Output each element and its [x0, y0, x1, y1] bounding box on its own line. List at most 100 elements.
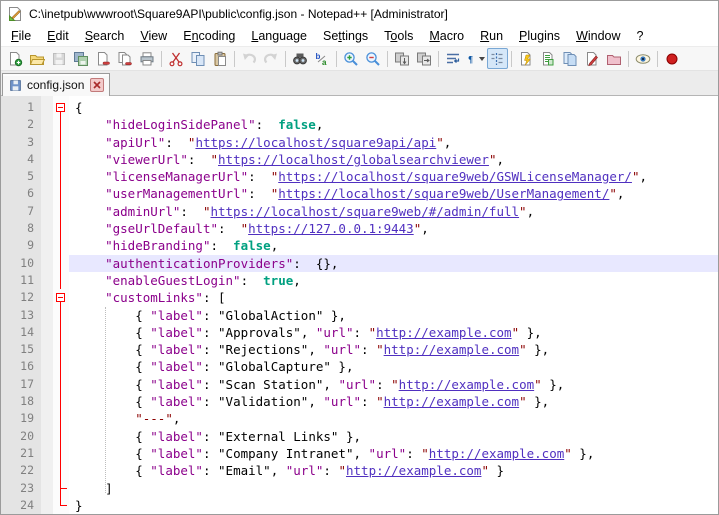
close-file-button[interactable]: [93, 48, 114, 69]
bookmark-cell: [41, 116, 53, 133]
zoom-out-button[interactable]: [363, 48, 384, 69]
edit-macro-icon: [584, 51, 600, 67]
code-text[interactable]: {: [69, 99, 718, 116]
bookmark-cell: [41, 341, 53, 358]
paste-button[interactable]: [210, 48, 231, 69]
bookmark-cell: [41, 134, 53, 151]
code-text[interactable]: { "label": "External Links" },: [69, 428, 718, 445]
svg-text:a: a: [322, 58, 327, 67]
code-text[interactable]: { "label": "Scan Station", "url": "http:…: [69, 376, 718, 393]
code-text[interactable]: "hideLoginSidePanel": false,: [69, 116, 718, 133]
menu-item-macro[interactable]: Macro: [421, 27, 472, 45]
document-map-button[interactable]: [538, 48, 559, 69]
code-text[interactable]: { "label": "Company Intranet", "url": "h…: [69, 445, 718, 462]
bookmark-cell: [41, 237, 53, 254]
code-text[interactable]: "viewerUrl": "https://localhost/globalse…: [69, 151, 718, 168]
code-text[interactable]: "authenticationProviders": {},: [69, 255, 718, 272]
replace-button[interactable]: ba: [312, 48, 333, 69]
line-number: 2: [1, 116, 41, 133]
close-all-button[interactable]: [115, 48, 136, 69]
bookmark-cell: [41, 289, 53, 306]
bookmark-cell: [41, 358, 53, 375]
close-all-icon: [117, 51, 133, 67]
code-text[interactable]: "enableGuestLogin": true,: [69, 272, 718, 289]
print-icon: [139, 51, 155, 67]
run-script-button[interactable]: [516, 48, 537, 69]
menu-item-run[interactable]: Run: [472, 27, 511, 45]
show-indent-guide-button[interactable]: [487, 48, 508, 69]
find-button[interactable]: [290, 48, 311, 69]
edit-macro-button[interactable]: [582, 48, 603, 69]
folder-as-workspace-button[interactable]: [604, 48, 625, 69]
record-macro-icon: [664, 51, 680, 67]
fold-toggle-icon[interactable]: [53, 99, 69, 116]
menu-item-file[interactable]: File: [3, 27, 39, 45]
tab-config-json[interactable]: config.json: [2, 73, 110, 96]
code-text[interactable]: { "label": "GlobalCapture" },: [69, 358, 718, 375]
show-all-characters-button[interactable]: ¶: [465, 48, 486, 69]
code-text[interactable]: "userManagementUrl": "https://localhost/…: [69, 185, 718, 202]
find-icon: [292, 51, 308, 67]
menu-item-window[interactable]: Window: [568, 27, 628, 45]
editor[interactable]: 1{2 "hideLoginSidePanel": false,3 "apiUr…: [1, 96, 718, 515]
fold-connector: [53, 376, 69, 393]
bookmark-cell: [41, 324, 53, 341]
fold-toggle-icon[interactable]: [53, 289, 69, 306]
menu-item-language[interactable]: Language: [243, 27, 315, 45]
line-number: 4: [1, 151, 41, 168]
save-all-button[interactable]: [71, 48, 92, 69]
code-text[interactable]: { "label": "Approvals", "url": "http://e…: [69, 324, 718, 341]
sync-vertical-scroll-button[interactable]: [392, 48, 413, 69]
new-file-button[interactable]: [5, 48, 26, 69]
editor-line-8: 8 "gseUrlDefault": "https://127.0.0.1:94…: [1, 220, 718, 237]
record-macro-button[interactable]: [662, 48, 683, 69]
word-wrap-button[interactable]: [443, 48, 464, 69]
menu-item-settings[interactable]: Settings: [315, 27, 376, 45]
save-button[interactable]: [49, 48, 70, 69]
code-text[interactable]: "---",: [69, 410, 718, 427]
sync-vertical-scroll-icon: [394, 51, 410, 67]
fold-connector: [53, 410, 69, 427]
show-all-characters-caret-icon[interactable]: [479, 57, 485, 61]
file-monitoring-button[interactable]: [633, 48, 654, 69]
editor-line-13: 13 { "label": "GlobalAction" },: [1, 307, 718, 324]
undo-button[interactable]: [239, 48, 260, 69]
menu-item-help[interactable]: ?: [629, 27, 652, 45]
saved-icon: [9, 79, 22, 92]
open-file-button[interactable]: [27, 48, 48, 69]
code-text[interactable]: { "label": "Email", "url": "http://examp…: [69, 462, 718, 479]
editor-line-3: 3 "apiUrl": "https://localhost/square9ap…: [1, 134, 718, 151]
menu-item-edit[interactable]: Edit: [39, 27, 77, 45]
fold-connector: [53, 324, 69, 341]
bookmark-cell: [41, 445, 53, 462]
code-text[interactable]: { "label": "Rejections", "url": "http://…: [69, 341, 718, 358]
code-text[interactable]: "gseUrlDefault": "https://127.0.0.1:9443…: [69, 220, 718, 237]
clone-document-button[interactable]: [560, 48, 581, 69]
code-text[interactable]: ]: [69, 480, 718, 497]
menu-item-plugins[interactable]: Plugins: [511, 27, 568, 45]
print-button[interactable]: [137, 48, 158, 69]
zoom-in-button[interactable]: [341, 48, 362, 69]
cut-button[interactable]: [166, 48, 187, 69]
editor-line-9: 9 "hideBranding": false,: [1, 237, 718, 254]
line-number: 16: [1, 358, 41, 375]
code-text[interactable]: "adminUrl": "https://localhost/square9we…: [69, 203, 718, 220]
code-text[interactable]: { "label": "GlobalAction" },: [69, 307, 718, 324]
code-text[interactable]: "customLinks": [: [69, 289, 718, 306]
bookmark-cell: [41, 255, 53, 272]
menu-item-tools[interactable]: Tools: [376, 27, 421, 45]
menu-item-search[interactable]: Search: [77, 27, 133, 45]
copy-button[interactable]: [188, 48, 209, 69]
code-text[interactable]: }: [69, 497, 718, 514]
code-text[interactable]: { "label": "Validation", "url": "http://…: [69, 393, 718, 410]
menu-item-encoding[interactable]: Encoding: [175, 27, 243, 45]
tab-close-button[interactable]: [90, 78, 104, 92]
menu-item-view[interactable]: View: [132, 27, 175, 45]
code-text[interactable]: "hideBranding": false,: [69, 237, 718, 254]
code-text[interactable]: "apiUrl": "https://localhost/square9api/…: [69, 134, 718, 151]
cut-icon: [168, 51, 184, 67]
sync-horizontal-scroll-button[interactable]: [414, 48, 435, 69]
redo-button[interactable]: [261, 48, 282, 69]
code-text[interactable]: "licenseManagerUrl": "https://localhost/…: [69, 168, 718, 185]
line-number: 17: [1, 376, 41, 393]
